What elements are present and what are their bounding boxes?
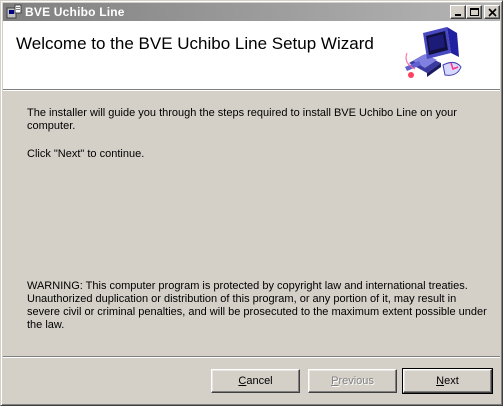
maximize-icon [470, 8, 479, 16]
previous-button[interactable]: Previous [308, 369, 397, 393]
header-divider [3, 89, 500, 91]
footer-divider [3, 356, 500, 358]
copyright-warning: WARNING: This computer program is protec… [27, 280, 487, 331]
next-button[interactable]: Next [402, 368, 493, 394]
title-bar[interactable]: BVE Uchibo Line [3, 3, 500, 21]
page-title: Welcome to the BVE Uchibo Line Setup Wiz… [16, 34, 374, 53]
close-button[interactable] [484, 5, 500, 19]
cancel-label-rest: ancel [246, 375, 273, 387]
window-title: BVE Uchibo Line [25, 5, 125, 19]
cancel-button[interactable]: Cancel [211, 369, 300, 393]
minimize-icon [455, 14, 461, 16]
close-icon [488, 8, 497, 17]
maximize-button[interactable] [466, 5, 482, 19]
installer-app-icon [6, 4, 22, 19]
next-label-rest: ext [444, 375, 459, 387]
minimize-button[interactable] [450, 5, 466, 19]
setup-wizard-window: BVE Uchibo Line Welcome to the BVE Uchib… [0, 0, 503, 406]
next-accel: N [436, 375, 445, 387]
intro-text: The installer will guide you through the… [27, 107, 457, 132]
previous-label-rest: revious [338, 375, 374, 387]
wizard-header: Welcome to the BVE Uchibo Line Setup Wiz… [3, 21, 500, 89]
continue-hint: Click "Next" to continue. [27, 148, 145, 160]
computer-wizard-illustration [405, 27, 462, 78]
